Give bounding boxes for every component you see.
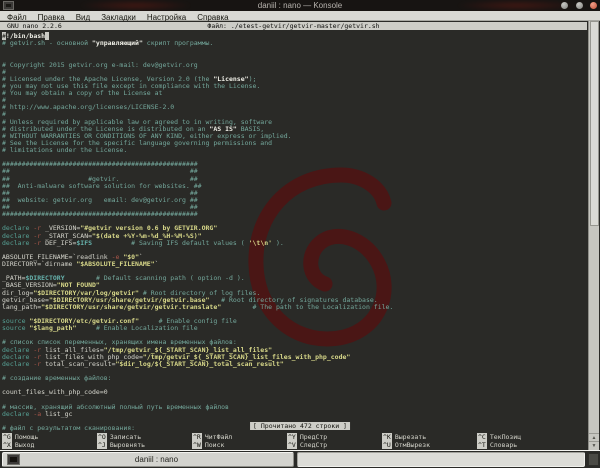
terminal-icon	[7, 454, 20, 465]
scroll-down-arrow[interactable]: ▼	[589, 441, 599, 450]
nano-shortcuts-row2: ^XВыход^JВыровнять^WПоиск^VСледСтр^UОтмВ…	[2, 441, 586, 449]
nano-shortcuts-row1: ^GПомощь^OЗаписать^RЧитФайл^YПредСтр^KВы…	[2, 433, 586, 441]
editor-line: declare -r DEF_IFS=$IFS # Saving IFS def…	[2, 240, 586, 247]
editor-lines[interactable]: #!/bin/bash # getvir.sh - основной "упра…	[2, 33, 586, 432]
task-button[interactable]: daniil : nano	[2, 452, 294, 467]
editor-line: # limitations under the License.	[2, 147, 586, 154]
shortcut-ctrl-W: ^WПоиск	[192, 441, 287, 449]
editor-line: # You may obtain a copy of the License a…	[2, 90, 586, 97]
task-label: daniil : nano	[20, 455, 293, 464]
editor-line: # http://www.apache.org/licenses/LICENSE…	[2, 104, 586, 111]
editor-line: lang_path="$DIRECTORY/usr/share/getvir/g…	[2, 304, 586, 311]
editor-line: count_files_with_php_code=0	[2, 389, 586, 396]
shortcut-ctrl-K: ^KВырезать	[382, 433, 477, 441]
editor-line: declare -r total_scan_result="$dir_log/$…	[2, 361, 586, 368]
shortcut-ctrl-G: ^GПомощь	[2, 433, 97, 441]
minimize-button[interactable]	[561, 2, 568, 9]
editor-line	[2, 47, 586, 54]
nano-filename: Файл: ./etest-getvir/getvir-master/getvi…	[0, 22, 587, 30]
nano-status-message: [ Прочитано 472 строки ]	[250, 422, 350, 430]
shortcut-ctrl-Y: ^YПредСтр	[287, 433, 382, 441]
shortcut-ctrl-T: ^TСловарь	[477, 441, 572, 449]
shortcut-ctrl-C: ^CТекПозиц	[477, 433, 572, 441]
shortcut-ctrl-X: ^XВыход	[2, 441, 97, 449]
editor-line: # Copyright 2015 getvir.org e-mail: dev@…	[2, 62, 586, 69]
editor-line: # getvir.sh - основной "управляющий" скр…	[2, 40, 586, 47]
editor-line: ########################################…	[2, 211, 586, 218]
tray-widget[interactable]	[588, 453, 599, 466]
editor-line: declare -a list_gc	[2, 411, 586, 418]
editor-line: # создание временных файлов:	[2, 375, 586, 382]
menu-bar: ФайлПравкаВидЗакладкиНастройкаСправка	[0, 11, 600, 21]
taskbar: daniil : nano	[0, 450, 600, 468]
konsole-window: daniil : nano — Konsole ФайлПравкаВидЗак…	[0, 0, 600, 468]
window-buttons	[558, 2, 597, 11]
shortcut-ctrl-J: ^JВыровнять	[97, 441, 192, 449]
window-titlebar: daniil : nano — Konsole	[0, 0, 600, 11]
editor-line: # массив, хранящий абсолютный полный пут…	[2, 404, 586, 411]
scrollbar[interactable]: ▲ ▼	[588, 21, 599, 450]
maximize-button[interactable]	[576, 2, 583, 9]
editor-line: DIRECTORY=`dirname "$ABSOLUTE_FILENAME"`	[2, 261, 586, 268]
shortcut-ctrl-R: ^RЧитФайл	[192, 433, 287, 441]
taskbar-empty-panel	[297, 452, 585, 467]
window-title: daniil : nano — Konsole	[0, 0, 600, 11]
close-button[interactable]	[590, 2, 597, 9]
terminal-viewport[interactable]: GNU nano 2.2.6 Файл: ./etest-getvir/getv…	[0, 21, 600, 450]
editor-line: source "$lang_path" # Enable Localizatio…	[2, 325, 586, 332]
scrollbar-thumb[interactable]	[590, 21, 599, 226]
shortcut-ctrl-U: ^UОтмВырезк	[382, 441, 477, 449]
shortcut-ctrl-O: ^OЗаписать	[97, 433, 192, 441]
nano-header: GNU nano 2.2.6 Файл: ./etest-getvir/getv…	[0, 22, 587, 30]
shortcut-ctrl-V: ^VСледСтр	[287, 441, 382, 449]
